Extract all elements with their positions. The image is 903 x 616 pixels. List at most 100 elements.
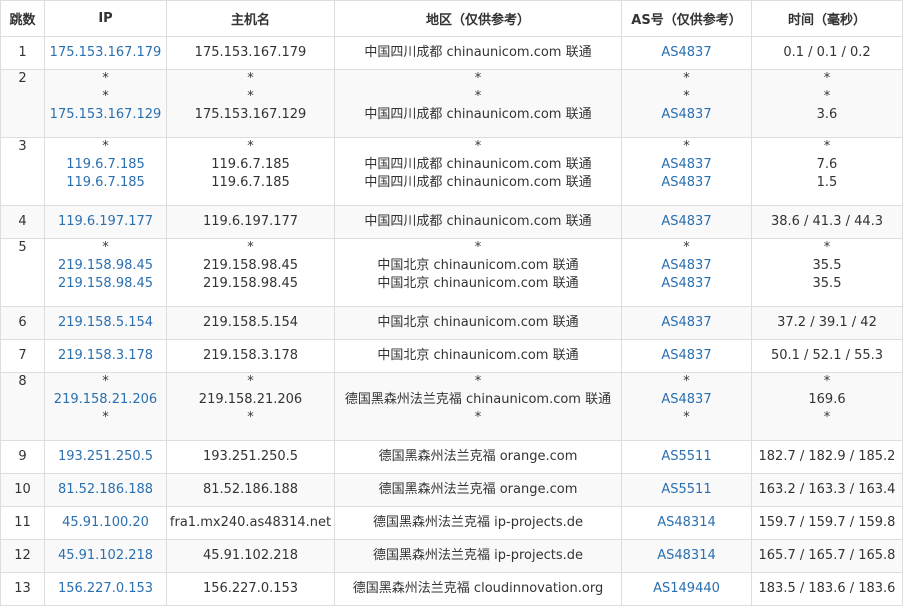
ip-link[interactable]: 119.6.7.185 [45, 156, 166, 174]
hostname-text: 219.158.5.154 [202, 315, 299, 330]
timeout-marker: * [683, 240, 690, 255]
asn-link[interactable]: AS48314 [622, 514, 751, 532]
region-cell: 中国四川成都 chinaunicom.com 联通 [334, 205, 622, 239]
hostname-text: 219.158.21.206 [198, 392, 303, 407]
ip-link[interactable]: 81.52.186.188 [45, 481, 166, 499]
asn-link[interactable]: AS48314 [622, 547, 751, 565]
asn-link[interactable]: AS4837 [622, 106, 751, 124]
hostname-text: 219.158.3.178 [202, 348, 299, 363]
ip-link[interactable]: 175.153.167.179 [45, 44, 166, 62]
table-row: 12 45.91.102.218 45.91.102.218 德国黑森州法兰克福 ip… [0, 539, 903, 573]
ip-cell: 156.227.0.153 [44, 572, 167, 606]
timeout-marker: * [823, 410, 831, 425]
timeout-marker: * [102, 374, 109, 389]
table-body: 1 175.153.167.179 175.153.167.179 中国四川成都 ch… [0, 36, 903, 606]
asn-link[interactable]: AS5511 [622, 448, 751, 466]
as-cell: AS149440 [621, 572, 752, 606]
asn-link[interactable]: AS4837 [622, 213, 751, 231]
region-text: 中国四川成都 chinaunicom.com 联通 [364, 157, 592, 172]
as-cell: AS4837 [621, 306, 752, 340]
host-cell: 156.227.0.153 [166, 572, 335, 606]
region-cell: * 德国黑森州法兰克福 chinaunicom.com 联通 * [334, 372, 622, 441]
asn-link[interactable]: AS4837 [622, 275, 751, 293]
table-row: 9 193.251.250.5 193.251.250.5 德国黑森州法兰克福 ora… [0, 440, 903, 474]
host-cell: 193.251.250.5 [166, 440, 335, 474]
ip-cell: 45.91.100.20 [44, 506, 167, 540]
hop-number: 13 [0, 572, 45, 606]
hostname-text: 219.158.98.45 [202, 276, 299, 291]
asn-link[interactable]: AS4837 [622, 156, 751, 174]
timeout-marker: * [474, 139, 482, 154]
ip-link[interactable]: 119.6.197.177 [45, 213, 166, 231]
timeout-marker: * [102, 139, 109, 154]
timeout-marker: * [823, 89, 831, 104]
asn-link[interactable]: AS149440 [622, 580, 751, 598]
ip-link[interactable]: 45.91.102.218 [45, 547, 166, 565]
host-cell: fra1.mx240.as48314.net [166, 506, 335, 540]
ip-link[interactable]: 175.153.167.129 [45, 106, 166, 124]
hostname-text: 219.158.98.45 [202, 258, 299, 273]
host-cell: 45.91.102.218 [166, 539, 335, 573]
timeout-marker: * [474, 89, 482, 104]
hop-number: 12 [0, 539, 45, 573]
region-text: 德国黑森州法兰克福 orange.com [378, 449, 578, 464]
hop-number: 6 [0, 306, 45, 340]
ip-link[interactable]: 219.158.3.178 [45, 347, 166, 365]
ip-link[interactable]: 119.6.7.185 [45, 174, 166, 192]
ip-link[interactable]: 193.251.250.5 [45, 448, 166, 466]
ip-cell: 81.52.186.188 [44, 473, 167, 507]
asn-link[interactable]: AS4837 [622, 314, 751, 332]
asn-link[interactable]: AS4837 [622, 391, 751, 409]
timeout-marker: * [474, 240, 482, 255]
region-text: 德国黑森州法兰克福 ip-projects.de [373, 548, 583, 563]
ip-link[interactable]: 219.158.98.45 [45, 257, 166, 275]
asn-link[interactable]: AS4837 [622, 347, 751, 365]
timeout-marker: * [247, 139, 254, 154]
timeout-marker: * [823, 139, 831, 154]
ip-link[interactable]: 219.158.5.154 [45, 314, 166, 332]
time-text: 7.6 [816, 157, 838, 172]
hop-number: 5 [0, 238, 45, 307]
region-cell: 中国北京 chinaunicom.com 联通 [334, 306, 622, 340]
asn-link[interactable]: AS5511 [622, 481, 751, 499]
table-row: 1 175.153.167.179 175.153.167.179 中国四川成都 ch… [0, 36, 903, 70]
time-cell: * 7.6 1.5 [751, 137, 903, 206]
as-cell: * * AS4837 [621, 69, 752, 138]
region-cell: 德国黑森州法兰克福 cloudinnovation.org [334, 572, 622, 606]
time-cell: 163.2 / 163.3 / 163.4 [751, 473, 903, 507]
timeout-marker: * [247, 89, 254, 104]
ip-link[interactable]: 45.91.100.20 [45, 514, 166, 532]
hostname-text: 119.6.7.185 [211, 157, 290, 172]
hop-number: 10 [0, 473, 45, 507]
ip-link[interactable]: 156.227.0.153 [45, 580, 166, 598]
timeout-marker: * [823, 240, 831, 255]
timeout-marker: * [474, 410, 482, 425]
region-text: 中国北京 chinaunicom.com 联通 [377, 315, 579, 330]
time-text: 35.5 [812, 258, 842, 273]
hop-number: 11 [0, 506, 45, 540]
header-hop: 跳数 [0, 0, 45, 37]
timeout-marker: * [683, 410, 690, 425]
ip-cell: 45.91.102.218 [44, 539, 167, 573]
time-text: 3.6 [816, 107, 838, 122]
hostname-text: 81.52.186.188 [202, 482, 299, 497]
table-row: 7 219.158.3.178 219.158.3.178 中国北京 chinauni… [0, 339, 903, 373]
as-cell: AS48314 [621, 506, 752, 540]
ip-link[interactable]: 219.158.21.206 [45, 391, 166, 409]
asn-link[interactable]: AS4837 [622, 257, 751, 275]
time-text: 165.7 / 165.7 / 165.8 [758, 548, 896, 563]
region-cell: * * 中国四川成都 chinaunicom.com 联通 [334, 69, 622, 138]
asn-link[interactable]: AS4837 [622, 174, 751, 192]
time-cell: 165.7 / 165.7 / 165.8 [751, 539, 903, 573]
region-text: 德国黑森州法兰克福 ip-projects.de [373, 515, 583, 530]
asn-link[interactable]: AS4837 [622, 44, 751, 62]
header-time: 时间（毫秒） [751, 0, 903, 37]
as-cell: AS4837 [621, 205, 752, 239]
as-cell: * AS4837 AS4837 [621, 137, 752, 206]
region-cell: 德国黑森州法兰克福 ip-projects.de [334, 539, 622, 573]
as-cell: AS4837 [621, 339, 752, 373]
table-row: 5 * 219.158.98.45 219.158.98.45 * 219.158.98.… [0, 238, 903, 307]
timeout-marker: * [823, 71, 831, 86]
ip-link[interactable]: 219.158.98.45 [45, 275, 166, 293]
region-text: 中国北京 chinaunicom.com 联通 [377, 258, 579, 273]
